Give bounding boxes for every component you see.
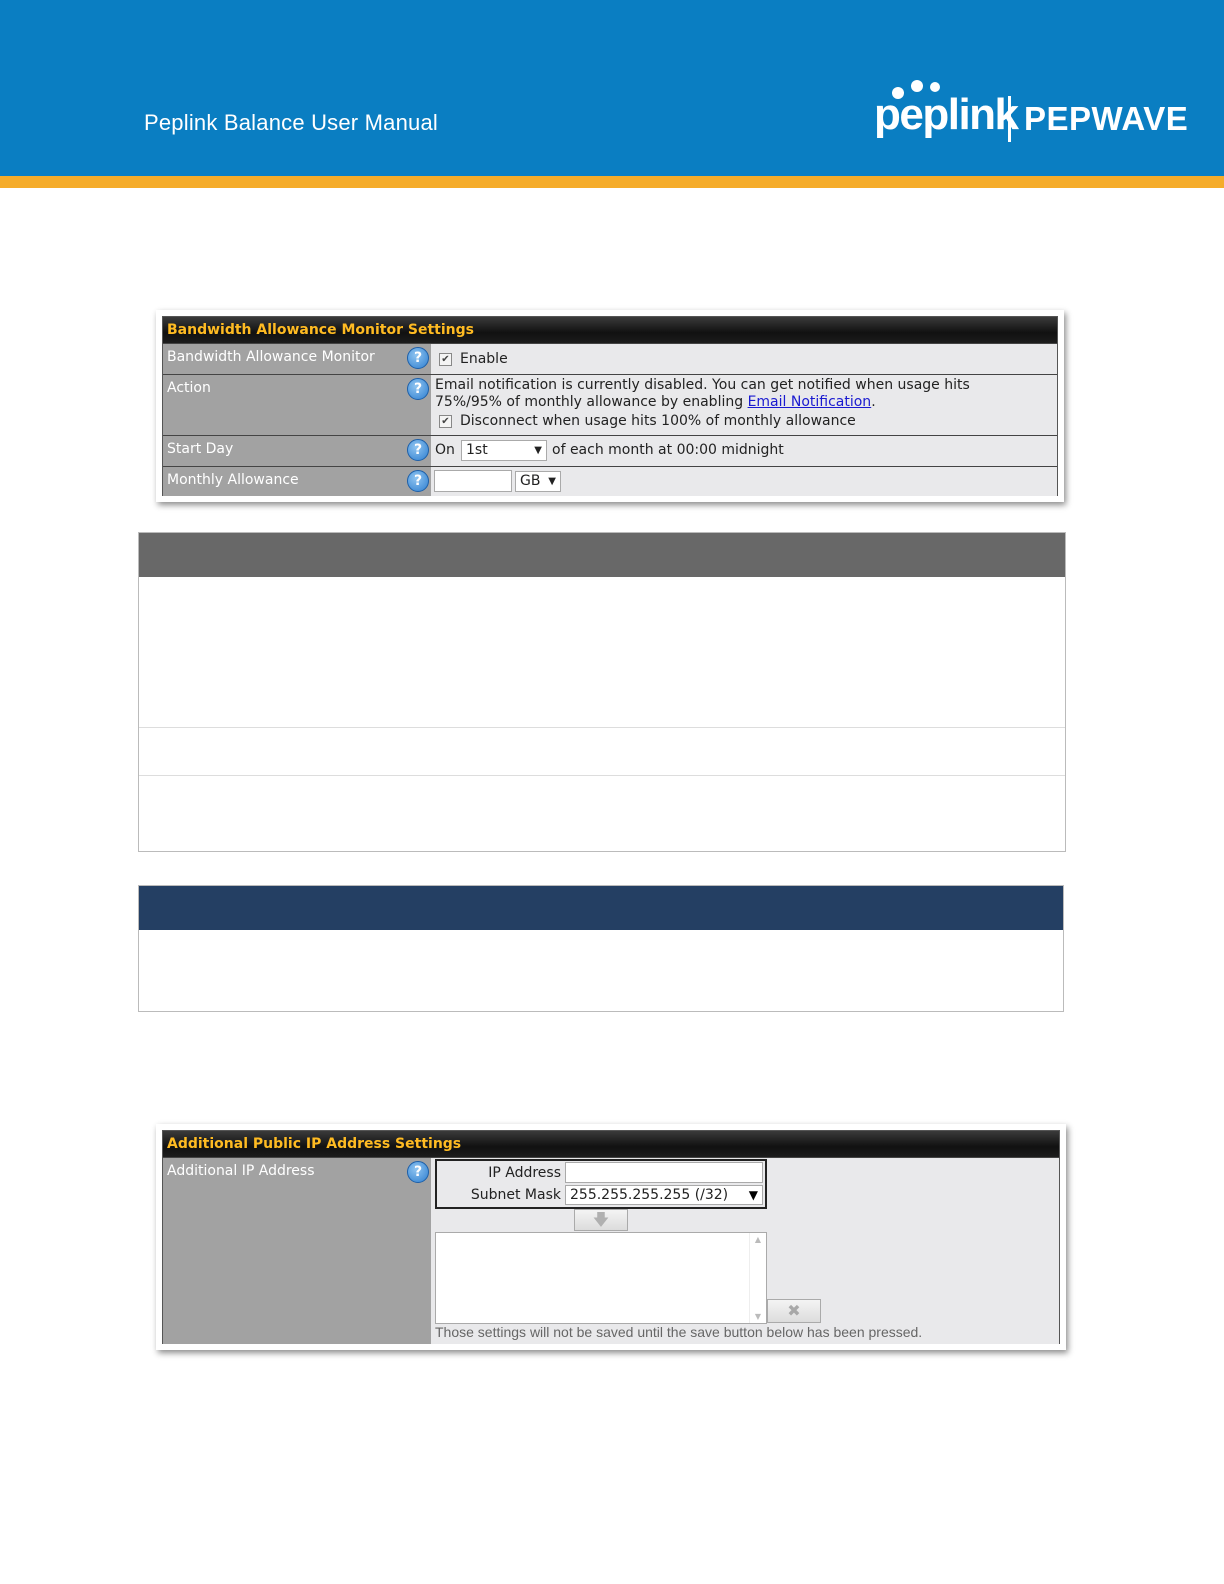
disconnect-checkbox[interactable]: ✔ bbox=[439, 414, 452, 428]
subnet-mask-label: Subnet Mask bbox=[470, 1187, 561, 1203]
help-icon[interactable]: ? bbox=[407, 378, 429, 400]
ip-address-input[interactable] bbox=[565, 1162, 763, 1183]
row-label: Bandwidth Allowance Monitor bbox=[167, 349, 375, 365]
start-day-value: 1st bbox=[466, 442, 488, 458]
ip-address-label: IP Address bbox=[488, 1165, 561, 1181]
row-label: Action bbox=[167, 380, 211, 396]
row-divider bbox=[139, 775, 1065, 776]
blank-table-2-header bbox=[139, 886, 1063, 930]
logo-pepwave-text: PEPWAVE bbox=[1024, 100, 1189, 137]
add-ip-button[interactable]: 🡇 bbox=[574, 1209, 628, 1231]
scroll-down-icon[interactable]: ▼ bbox=[750, 1312, 766, 1321]
dropdown-arrow-icon: ▼ bbox=[748, 1188, 758, 1202]
unit-select[interactable]: GB ▼ bbox=[515, 471, 561, 492]
panel-title: Additional Public IP Address Settings bbox=[163, 1131, 1059, 1157]
down-arrow-icon: 🡇 bbox=[592, 1210, 610, 1229]
row-monthly-allowance: Monthly Allowance ? GB ▼ bbox=[163, 466, 1057, 496]
row-additional-ip: Additional IP Address ? IP Address Subne… bbox=[163, 1157, 1059, 1344]
x-icon: ✖ bbox=[787, 1301, 801, 1320]
help-icon[interactable]: ? bbox=[407, 439, 429, 461]
blank-table-2 bbox=[138, 885, 1064, 1012]
disconnect-label: Disconnect when usage hits 100% of month… bbox=[460, 413, 856, 429]
logo-divider bbox=[1008, 96, 1011, 142]
row-label: Monthly Allowance bbox=[167, 472, 299, 488]
subnet-mask-select[interactable]: 255.255.255.255 (/32) ▼ bbox=[565, 1185, 763, 1205]
email-notification-link[interactable]: Email Notification bbox=[748, 394, 872, 410]
peplink-pepwave-logo: peplink PEPWAVE bbox=[874, 78, 1189, 148]
logo-peplink-text: peplink bbox=[874, 90, 1019, 139]
start-day-suffix: of each month at 00:00 midnight bbox=[552, 442, 784, 458]
row-divider bbox=[139, 727, 1065, 728]
enable-label: Enable bbox=[460, 351, 508, 367]
blank-table-1 bbox=[138, 532, 1066, 852]
row-label: Additional IP Address bbox=[167, 1163, 315, 1179]
row-bandwidth-monitor: Bandwidth Allowance Monitor ? ✔ Enable bbox=[163, 343, 1057, 374]
dropdown-arrow-icon: ▼ bbox=[534, 445, 542, 456]
subnet-mask-value: 255.255.255.255 (/32) bbox=[570, 1187, 729, 1203]
bandwidth-settings-screenshot: Bandwidth Allowance Monitor Settings Ban… bbox=[156, 310, 1064, 502]
action-text-line1: Email notification is currently disabled… bbox=[435, 377, 970, 393]
start-day-select[interactable]: 1st ▼ bbox=[461, 440, 547, 461]
ip-entry-frame: IP Address Subnet Mask 255.255.255.255 (… bbox=[435, 1159, 767, 1209]
help-icon[interactable]: ? bbox=[407, 347, 429, 369]
header-stripe bbox=[0, 176, 1224, 188]
list-scrollbar[interactable]: ▲ ▼ bbox=[749, 1233, 766, 1323]
start-day-prefix: On bbox=[435, 442, 455, 458]
ip-list-box[interactable]: ▲ ▼ bbox=[435, 1232, 767, 1324]
additional-ip-settings-screenshot: Additional Public IP Address Settings Ad… bbox=[156, 1124, 1066, 1350]
row-action: Action ? Email notification is currently… bbox=[163, 374, 1057, 435]
enable-checkbox[interactable]: ✔ bbox=[439, 352, 452, 366]
dropdown-arrow-icon: ▼ bbox=[548, 476, 556, 487]
help-icon[interactable]: ? bbox=[407, 1161, 429, 1183]
panel-title: Bandwidth Allowance Monitor Settings bbox=[163, 317, 1057, 343]
save-note: Those settings will not be saved until t… bbox=[435, 1324, 923, 1340]
action-text-line2: 75%/95% of monthly allowance by enabling bbox=[435, 394, 748, 410]
blank-table-1-header bbox=[139, 533, 1065, 577]
help-icon[interactable]: ? bbox=[407, 470, 429, 492]
row-start-day: Start Day ? On 1st ▼ of each month at 00… bbox=[163, 435, 1057, 466]
row-label: Start Day bbox=[167, 441, 234, 457]
scroll-up-icon[interactable]: ▲ bbox=[750, 1235, 766, 1244]
manual-title: Peplink Balance User Manual bbox=[144, 110, 438, 135]
unit-value: GB bbox=[520, 473, 541, 489]
monthly-allowance-input[interactable] bbox=[434, 470, 512, 492]
action-text-period: . bbox=[871, 394, 876, 410]
remove-ip-button[interactable]: ✖ bbox=[767, 1299, 821, 1323]
